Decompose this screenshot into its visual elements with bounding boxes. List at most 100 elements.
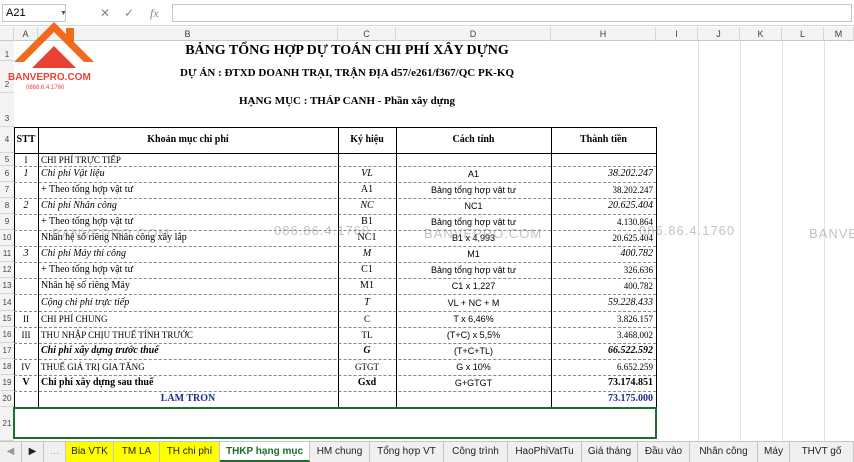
selected-cell[interactable] (13, 407, 657, 439)
col-header-d[interactable]: D (396, 27, 551, 41)
tab-tong-hop-vt[interactable]: Tổng hợp VT (370, 442, 444, 462)
cell-item[interactable]: CHI PHÍ TRỰC TIẾP (41, 154, 337, 166)
cell-amount[interactable]: 38.202.247 (551, 184, 654, 196)
cell-item[interactable]: + Theo tổng hợp vật tư (41, 184, 337, 196)
cell-item[interactable]: Nhân hệ số riêng Máy (41, 280, 337, 292)
cell-method[interactable]: G x 10% (396, 361, 551, 373)
cell-stt[interactable]: V (14, 377, 38, 389)
tab-th-chi-phi[interactable]: TH chi phí (160, 442, 220, 462)
cell-symbol[interactable]: GTGT (338, 361, 396, 373)
cell-amount[interactable]: 38.202.247 (551, 168, 653, 180)
formula-input[interactable] (172, 4, 852, 22)
tab-nhan-cong[interactable]: Nhân công (690, 442, 758, 462)
cell-amount[interactable]: 3.826.157 (551, 313, 653, 325)
row-header[interactable]: 7 (0, 182, 14, 198)
row-header[interactable]: 15 (0, 311, 14, 327)
tab-tm-la[interactable]: TM LA (114, 442, 160, 462)
cell-amount[interactable]: 3.468.002 (551, 329, 653, 341)
tab-thkp-hang-muc[interactable]: THKP hạng mục (220, 442, 310, 462)
cell-method[interactable]: Bảng tổng hợp vật tư (396, 184, 551, 196)
tab-cong-trinh[interactable]: Công trình (444, 442, 508, 462)
col-header-m[interactable]: M (824, 27, 854, 41)
cell-method[interactable]: G+GTGT (396, 377, 551, 389)
cell-amount[interactable]: 20.625.404 (551, 232, 654, 244)
cell-method[interactable]: A1 (396, 168, 551, 180)
cell-symbol[interactable]: VL (338, 168, 396, 180)
col-header-j[interactable]: J (698, 27, 740, 41)
cell-method[interactable]: Bảng tổng hợp vật tư (396, 264, 551, 276)
row-header[interactable]: 8 (0, 198, 14, 214)
cell-item[interactable]: THUẾ GIÁ TRỊ GIA TĂNG (41, 361, 337, 373)
cell-amount[interactable]: 4.130.864 (551, 216, 653, 228)
row-header[interactable]: 4 (0, 127, 14, 153)
cell-amount[interactable]: 400.782 (551, 280, 653, 292)
tab-thvt-go[interactable]: THVT gố (790, 442, 854, 462)
cell-item[interactable]: Chi phí Nhân công (41, 200, 337, 212)
row-header[interactable]: 10 (0, 230, 14, 246)
row-header[interactable]: 3 (0, 93, 14, 127)
col-header-i[interactable]: I (656, 27, 698, 41)
tab-scroll-left-icon[interactable]: ◀ (0, 442, 22, 462)
col-header-k[interactable]: K (740, 27, 782, 41)
tab-dau-vao[interactable]: Đầu vào (638, 442, 690, 462)
cell-method[interactable]: (T+C) x 5,5% (396, 329, 551, 341)
cell-symbol[interactable]: NC (338, 200, 396, 212)
cell-symbol[interactable]: C (338, 313, 396, 325)
cell-symbol[interactable]: A1 (338, 184, 396, 196)
cell-method[interactable]: NC1 (396, 200, 551, 212)
cell-item[interactable]: LÀM TRÒN (38, 393, 338, 405)
cell-item[interactable]: Chi phí Vật liệu (41, 168, 337, 180)
confirm-icon[interactable]: ✓ (124, 6, 134, 20)
cell-stt[interactable]: I (14, 154, 38, 166)
cell-stt[interactable]: II (14, 313, 38, 325)
cell-stt[interactable]: IV (14, 361, 38, 373)
cell-item[interactable]: CHI PHÍ CHUNG (41, 313, 337, 325)
tab-scroll-right-icon[interactable]: ▶ (22, 442, 44, 462)
cell-item[interactable]: Chi phí xây dựng trước thuế (41, 345, 337, 357)
cell-symbol[interactable]: TL (338, 329, 396, 341)
tab-hm-chung[interactable]: HM chung (310, 442, 370, 462)
cell-amount[interactable]: 6.652.259 (551, 361, 653, 373)
tab-may[interactable]: Máy (758, 442, 790, 462)
row-header[interactable]: 6 (0, 166, 14, 182)
cell-item[interactable]: Chi phí Máy thi công (41, 248, 337, 260)
cell-symbol[interactable]: G (338, 345, 396, 357)
cell-method[interactable]: T x 6,46% (396, 313, 551, 325)
fx-icon[interactable]: fx (150, 6, 159, 21)
cell-item[interactable]: THU NHẬP CHỊU THUẾ TÍNH TRƯỚC (41, 329, 337, 341)
cell-stt[interactable]: 2 (14, 200, 38, 212)
cell-amount[interactable]: 20.625.404 (551, 200, 653, 212)
cell-method[interactable]: C1 x 1,227 (396, 280, 551, 292)
row-header[interactable]: 12 (0, 262, 14, 278)
cell-item[interactable]: Chi phí xây dựng sau thuế (41, 377, 337, 389)
cell-amount[interactable]: 400.782 (551, 248, 654, 260)
col-header-c[interactable]: C (338, 27, 396, 41)
row-header[interactable]: 11 (0, 246, 14, 262)
col-header-l[interactable]: L (782, 27, 824, 41)
cell-stt[interactable]: 1 (14, 168, 38, 180)
row-header[interactable]: 9 (0, 214, 14, 230)
row-header[interactable]: 21 (0, 407, 14, 441)
cell-item[interactable]: Cộng chi phí trực tiếp (41, 297, 337, 309)
cell-stt[interactable]: III (14, 329, 38, 341)
cell-stt[interactable]: 3 (14, 248, 38, 260)
row-header[interactable]: 19 (0, 375, 14, 391)
cell-amount[interactable]: 73.175.000 (551, 393, 653, 405)
tab-gia-thang[interactable]: Giá tháng (582, 442, 638, 462)
cell-method[interactable]: (T+C+TL) (396, 345, 551, 357)
cell-amount[interactable]: 326.636 (551, 264, 653, 276)
cell-amount[interactable]: 66.522.592 (551, 345, 653, 357)
cell-method[interactable]: VL + NC + M (396, 297, 551, 309)
cell-amount[interactable]: 73.174.851 (551, 377, 653, 389)
cell-symbol[interactable]: M1 (338, 280, 396, 292)
row-header[interactable]: 18 (0, 359, 14, 375)
cell-symbol[interactable]: M (338, 248, 396, 260)
cell-amount[interactable]: 59.228.433 (551, 297, 653, 309)
tab-bia-vtk[interactable]: Bia VTK (66, 442, 114, 462)
tab-hao-phi-vat-tu[interactable]: HaoPhiVatTu (508, 442, 582, 462)
cell-symbol[interactable]: T (338, 297, 396, 309)
col-header-h[interactable]: H (551, 27, 656, 41)
cell-symbol[interactable]: Gxd (338, 377, 396, 389)
cell-symbol[interactable]: C1 (338, 264, 396, 276)
row-header[interactable]: 16 (0, 327, 14, 343)
